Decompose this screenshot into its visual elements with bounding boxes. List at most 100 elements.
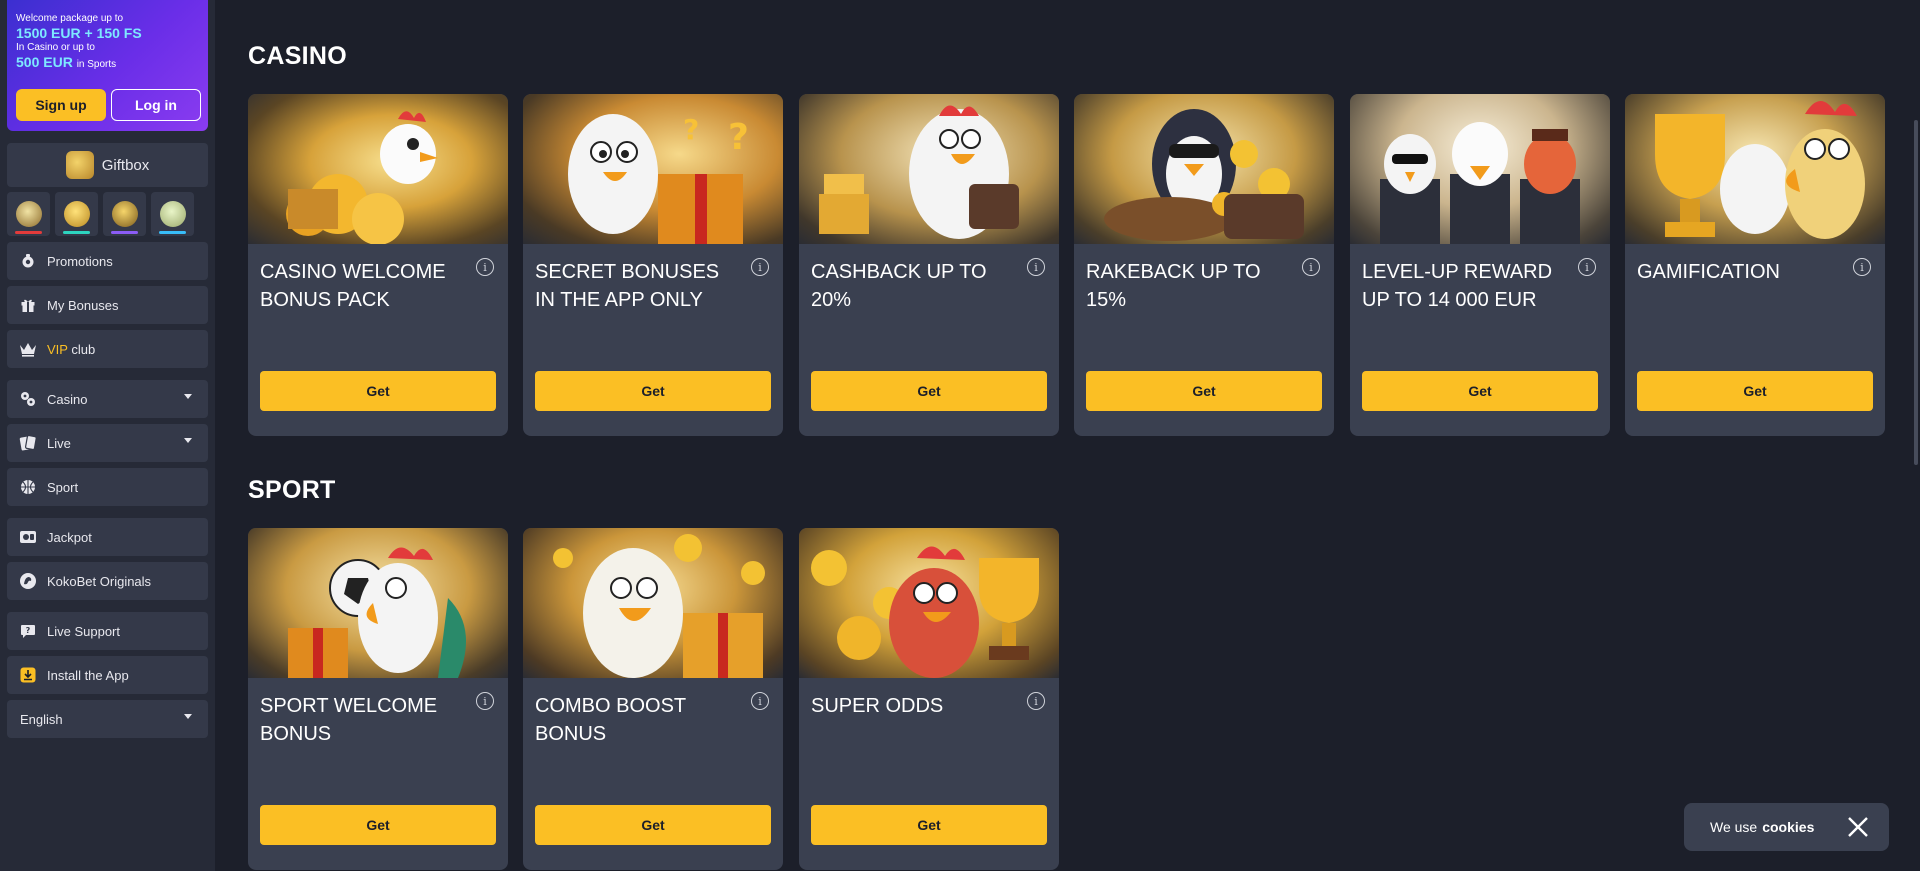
section-title-casino: CASINO	[248, 42, 348, 70]
bonus-card: Combo boost bonus i Get	[523, 528, 783, 870]
promo-line-1: Welcome package up to	[16, 13, 124, 24]
chevron-down-icon	[184, 714, 192, 719]
sidebar-item-label-row: VIP club	[47, 342, 95, 357]
sign-up-button[interactable]: Sign up	[16, 89, 106, 121]
sidebar-item-label: Promotions	[47, 253, 113, 269]
sidebar-item-vip-club[interactable]: VIP club	[7, 330, 208, 368]
bonus-image-chicken-gift: ??	[523, 94, 783, 244]
section-title-sport: SPORT	[248, 476, 336, 504]
sidebar-item-jackpot[interactable]: Jackpot	[7, 518, 208, 556]
get-button[interactable]: Get	[1637, 371, 1873, 411]
egg-icon	[159, 201, 186, 227]
cookie-text-bold: cookies	[1762, 819, 1815, 835]
sidebar-item-sport[interactable]: Sport	[7, 468, 208, 506]
chicken-basket-icon	[15, 201, 42, 227]
bonus-image-chicken-wallet	[799, 94, 1059, 244]
log-in-button[interactable]: Log in	[111, 89, 201, 121]
get-button[interactable]: Get	[1086, 371, 1322, 411]
language-select[interactable]: English	[7, 700, 208, 738]
giftbox-label: Giftbox	[101, 156, 150, 174]
bonus-card: Rakeback up to 15% i Get	[1074, 94, 1334, 436]
promo-line-2: In Casino or up to	[16, 42, 95, 53]
info-icon[interactable]: i	[1853, 258, 1871, 276]
get-button[interactable]: Get	[535, 371, 771, 411]
close-icon[interactable]	[1847, 816, 1869, 838]
bonus-card: Sport welcome bonus i Get	[248, 528, 508, 870]
sidebar-item-label: Install the App	[47, 667, 129, 683]
giftbox-item-4[interactable]	[151, 192, 194, 236]
get-button[interactable]: Get	[811, 805, 1047, 845]
info-icon[interactable]: i	[1302, 258, 1320, 276]
bonus-title: Sport welcome bonus	[260, 695, 438, 745]
bonus-title: Casino welcome bonus pack	[260, 261, 446, 311]
sidebar-item-casino[interactable]: Casino	[7, 380, 208, 418]
sidebar-item-label: Jackpot	[47, 529, 92, 545]
bonus-title: Super odds	[811, 695, 944, 717]
cookie-text: We use	[1710, 819, 1758, 835]
get-button[interactable]: Get	[1362, 371, 1598, 411]
giftbox-item-2[interactable]	[55, 192, 98, 236]
promo-amount-casino: 1500 EUR + 150 FS	[16, 25, 142, 41]
sidebar-item-my-bonuses[interactable]: My Bonuses	[7, 286, 208, 324]
get-button[interactable]: Get	[260, 371, 496, 411]
sidebar-item-label: Live Support	[47, 623, 120, 639]
chevron-down-icon	[184, 394, 192, 399]
bonus-image-chicken-coins	[248, 94, 508, 244]
sidebar-item-label: Casino	[47, 391, 88, 407]
jackpot-icon	[19, 528, 37, 546]
svg-text:?: ?	[683, 113, 699, 146]
sidebar-item-label: Sport	[47, 479, 79, 495]
info-icon[interactable]: i	[1027, 258, 1045, 276]
cookie-banner: We use cookies	[1684, 803, 1889, 851]
giftbox-item-1[interactable]	[7, 192, 50, 236]
casino-icon	[19, 390, 37, 408]
welcome-promo-banner: Welcome package up to 1500 EUR + 150 FS …	[7, 0, 208, 131]
sidebar-item-live-support[interactable]: ? Live Support	[7, 612, 208, 650]
bonus-card: Gamification i Get	[1625, 94, 1885, 436]
info-icon[interactable]: i	[751, 692, 769, 710]
basketball-icon	[19, 478, 37, 496]
promo-amount-sport-row: 500 EUR in Sports	[16, 54, 200, 73]
download-icon	[19, 666, 37, 684]
sidebar-item-label: My Bonuses	[47, 297, 119, 313]
bonus-image-three-birds	[1350, 94, 1610, 244]
promo-amount-sport: 500 EUR	[16, 54, 73, 70]
club-label: club	[71, 341, 96, 357]
bonus-title: Secret bonuses in the app only	[535, 261, 720, 311]
scrollbar[interactable]	[1914, 120, 1918, 465]
bonus-title: Cashback up to 20%	[811, 261, 987, 311]
bonus-title: Level-up reward up to 14 000 EUR	[1362, 261, 1553, 311]
bonus-card: Level-up reward up to 14 000 EUR i Get	[1350, 94, 1610, 436]
sidebar-item-label: KokoBet Originals	[47, 573, 152, 589]
main-content: CASINO Casino welcome bonus pack i Get ?…	[215, 0, 1920, 871]
giftbox-item-3[interactable]	[103, 192, 146, 236]
info-icon[interactable]: i	[1027, 692, 1045, 710]
svg-text:?: ?	[728, 117, 749, 158]
get-button[interactable]: Get	[811, 371, 1047, 411]
info-icon[interactable]: i	[476, 692, 494, 710]
bonus-image-penguin-coins	[1074, 94, 1334, 244]
giftbox-button[interactable]: Giftbox	[7, 143, 208, 187]
giftbox-icon	[65, 151, 94, 179]
sidebar-item-promotions[interactable]: Promotions	[7, 242, 208, 280]
info-icon[interactable]: i	[751, 258, 769, 276]
crown-icon	[19, 340, 37, 358]
bonus-image-chicken-gifts	[523, 528, 783, 678]
bonus-title: Rakeback up to 15%	[1086, 261, 1261, 311]
chat-bubble-icon: ?	[19, 622, 37, 640]
svg-text:?: ?	[26, 626, 31, 635]
sidebar-item-live[interactable]: Live	[7, 424, 208, 462]
get-button[interactable]: Get	[535, 805, 771, 845]
sidebar-item-install-app[interactable]: Install the App	[7, 656, 208, 694]
info-icon[interactable]: i	[1578, 258, 1596, 276]
info-icon[interactable]: i	[476, 258, 494, 276]
get-button[interactable]: Get	[260, 805, 496, 845]
sidebar-item-kokobet-originals[interactable]: KokoBet Originals	[7, 562, 208, 600]
trophy-icon	[63, 201, 90, 227]
bonus-card: ?? Secret bonuses in the app only i Get	[523, 94, 783, 436]
bonus-card: Super odds i Get	[799, 528, 1059, 870]
bonus-card: Cashback up to 20% i Get	[799, 94, 1059, 436]
language-value: English	[20, 711, 63, 727]
bonus-image-trophy-chicken	[1625, 94, 1885, 244]
originals-icon	[19, 572, 37, 590]
